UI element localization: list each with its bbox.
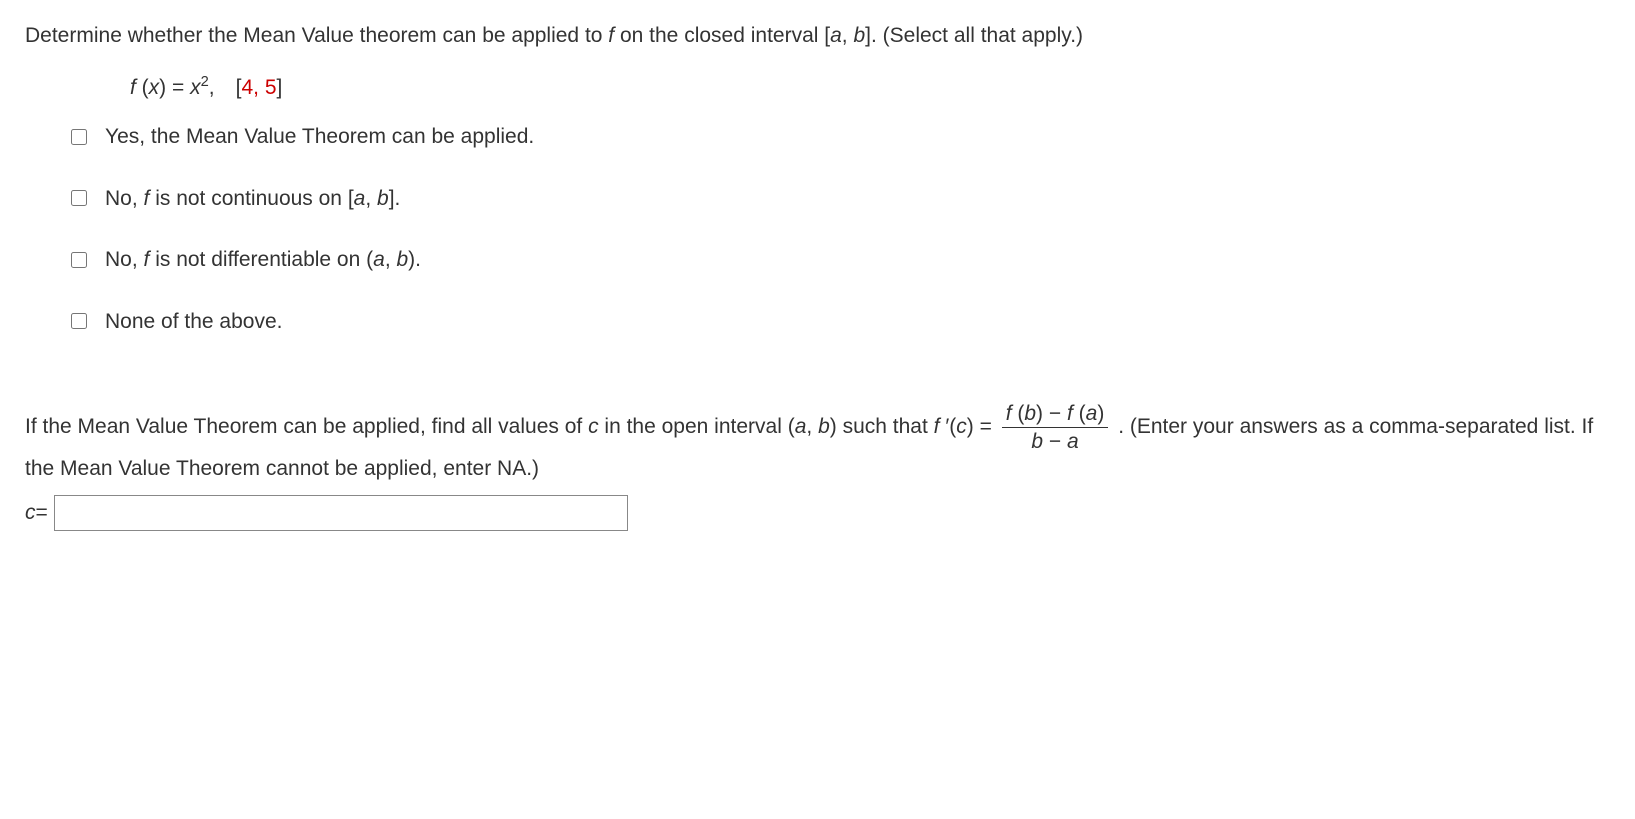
fraction-denominator: b − a — [1002, 428, 1109, 453]
prompt-b: b — [853, 24, 865, 47]
f-label: f — [130, 76, 142, 99]
part2-prompt: If the Mean Value Theorem can be applied… — [25, 402, 1615, 485]
checkbox-3[interactable] — [71, 252, 87, 268]
options-list: Yes, the Mean Value Theorem can be appli… — [67, 121, 1615, 337]
option-4-label: None of the above. — [105, 306, 282, 338]
checkbox-4[interactable] — [71, 313, 87, 329]
interval-sep: , [ — [209, 76, 242, 99]
paren-open: ( — [142, 76, 149, 99]
option-3: No, f is not differentiable on (a, b). — [67, 244, 1615, 276]
prompt-text2: on the closed interval [ — [614, 24, 830, 47]
function-definition: f (x) = x2, [4, 5] — [130, 72, 1615, 104]
prompt-a: a — [830, 24, 842, 47]
mvt-equation: f ′(c) = f (b) − f (a)b − a — [934, 415, 1119, 438]
answer-row: c = — [25, 495, 1615, 531]
f-base: x — [190, 76, 201, 99]
interval-close: ] — [277, 76, 283, 99]
option-4: None of the above. — [67, 306, 1615, 338]
answer-label-c: c — [25, 497, 36, 529]
answer-input[interactable] — [54, 495, 628, 531]
checkbox-2[interactable] — [71, 190, 87, 206]
fraction-numerator: f (b) − f (a) — [1002, 402, 1109, 428]
prompt-comma: , — [842, 24, 854, 47]
option-2: No, f is not continuous on [a, b]. — [67, 183, 1615, 215]
option-3-label: No, f is not differentiable on (a, b). — [105, 244, 421, 276]
option-1-label: Yes, the Mean Value Theorem can be appli… — [105, 121, 534, 153]
prompt-text3: ]. (Select all that apply.) — [865, 24, 1083, 47]
answer-label-eq: = — [36, 497, 48, 529]
question-prompt: Determine whether the Mean Value theorem… — [25, 20, 1615, 52]
f-var: x — [149, 76, 160, 99]
prompt-text: Determine whether the Mean Value theorem… — [25, 24, 608, 47]
checkbox-1[interactable] — [71, 129, 87, 145]
option-1: Yes, the Mean Value Theorem can be appli… — [67, 121, 1615, 153]
interval-a: 4 — [241, 76, 253, 99]
interval-comma: , — [253, 76, 265, 99]
f-exponent: 2 — [201, 74, 209, 90]
fraction: f (b) − f (a)b − a — [1002, 402, 1109, 453]
option-2-label: No, f is not continuous on [a, b]. — [105, 183, 400, 215]
interval-b: 5 — [265, 76, 277, 99]
paren-close-eq: ) = — [159, 76, 190, 99]
